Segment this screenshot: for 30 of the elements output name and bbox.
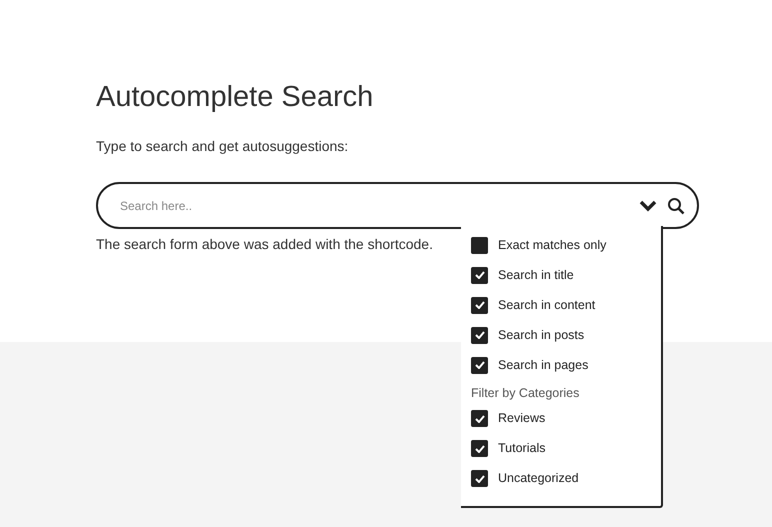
- checkbox[interactable]: [471, 296, 488, 314]
- check-icon: [474, 444, 484, 453]
- option-label: Search in pages: [498, 356, 588, 374]
- checkbox[interactable]: [471, 236, 488, 254]
- checkbox[interactable]: [471, 470, 488, 488]
- checkbox[interactable]: [471, 326, 488, 344]
- option-label: Reviews: [498, 410, 546, 428]
- option-label: Uncategorized: [498, 470, 579, 488]
- chevron-down-icon[interactable]: [639, 200, 657, 212]
- section-heading: Filter by Categories: [471, 385, 580, 402]
- check-icon: [474, 414, 484, 423]
- intro-text: Type to search and get autosuggestions:: [96, 137, 350, 156]
- check-icon: [474, 361, 484, 369]
- page-title: Autocomplete Search: [96, 80, 374, 114]
- option-label: Exact matches only: [498, 236, 606, 254]
- option-label: Search in content: [498, 296, 596, 314]
- check-icon: [474, 331, 484, 339]
- search-field[interactable]: Search here..: [120, 196, 639, 214]
- check-icon: [474, 301, 484, 309]
- check-icon: [474, 474, 484, 483]
- checkbox[interactable]: [471, 266, 488, 284]
- option-label: Search in title: [498, 266, 574, 284]
- search-icon[interactable]: [667, 196, 685, 214]
- checkbox[interactable]: [471, 356, 488, 374]
- option-label: Search in posts: [498, 326, 584, 344]
- checkbox[interactable]: [471, 440, 488, 458]
- option-label: Tutorials: [498, 440, 546, 458]
- checkbox[interactable]: [471, 410, 488, 428]
- check-icon: [474, 271, 484, 279]
- caption-text: The search form above was added with the shortcode.: [96, 235, 433, 254]
